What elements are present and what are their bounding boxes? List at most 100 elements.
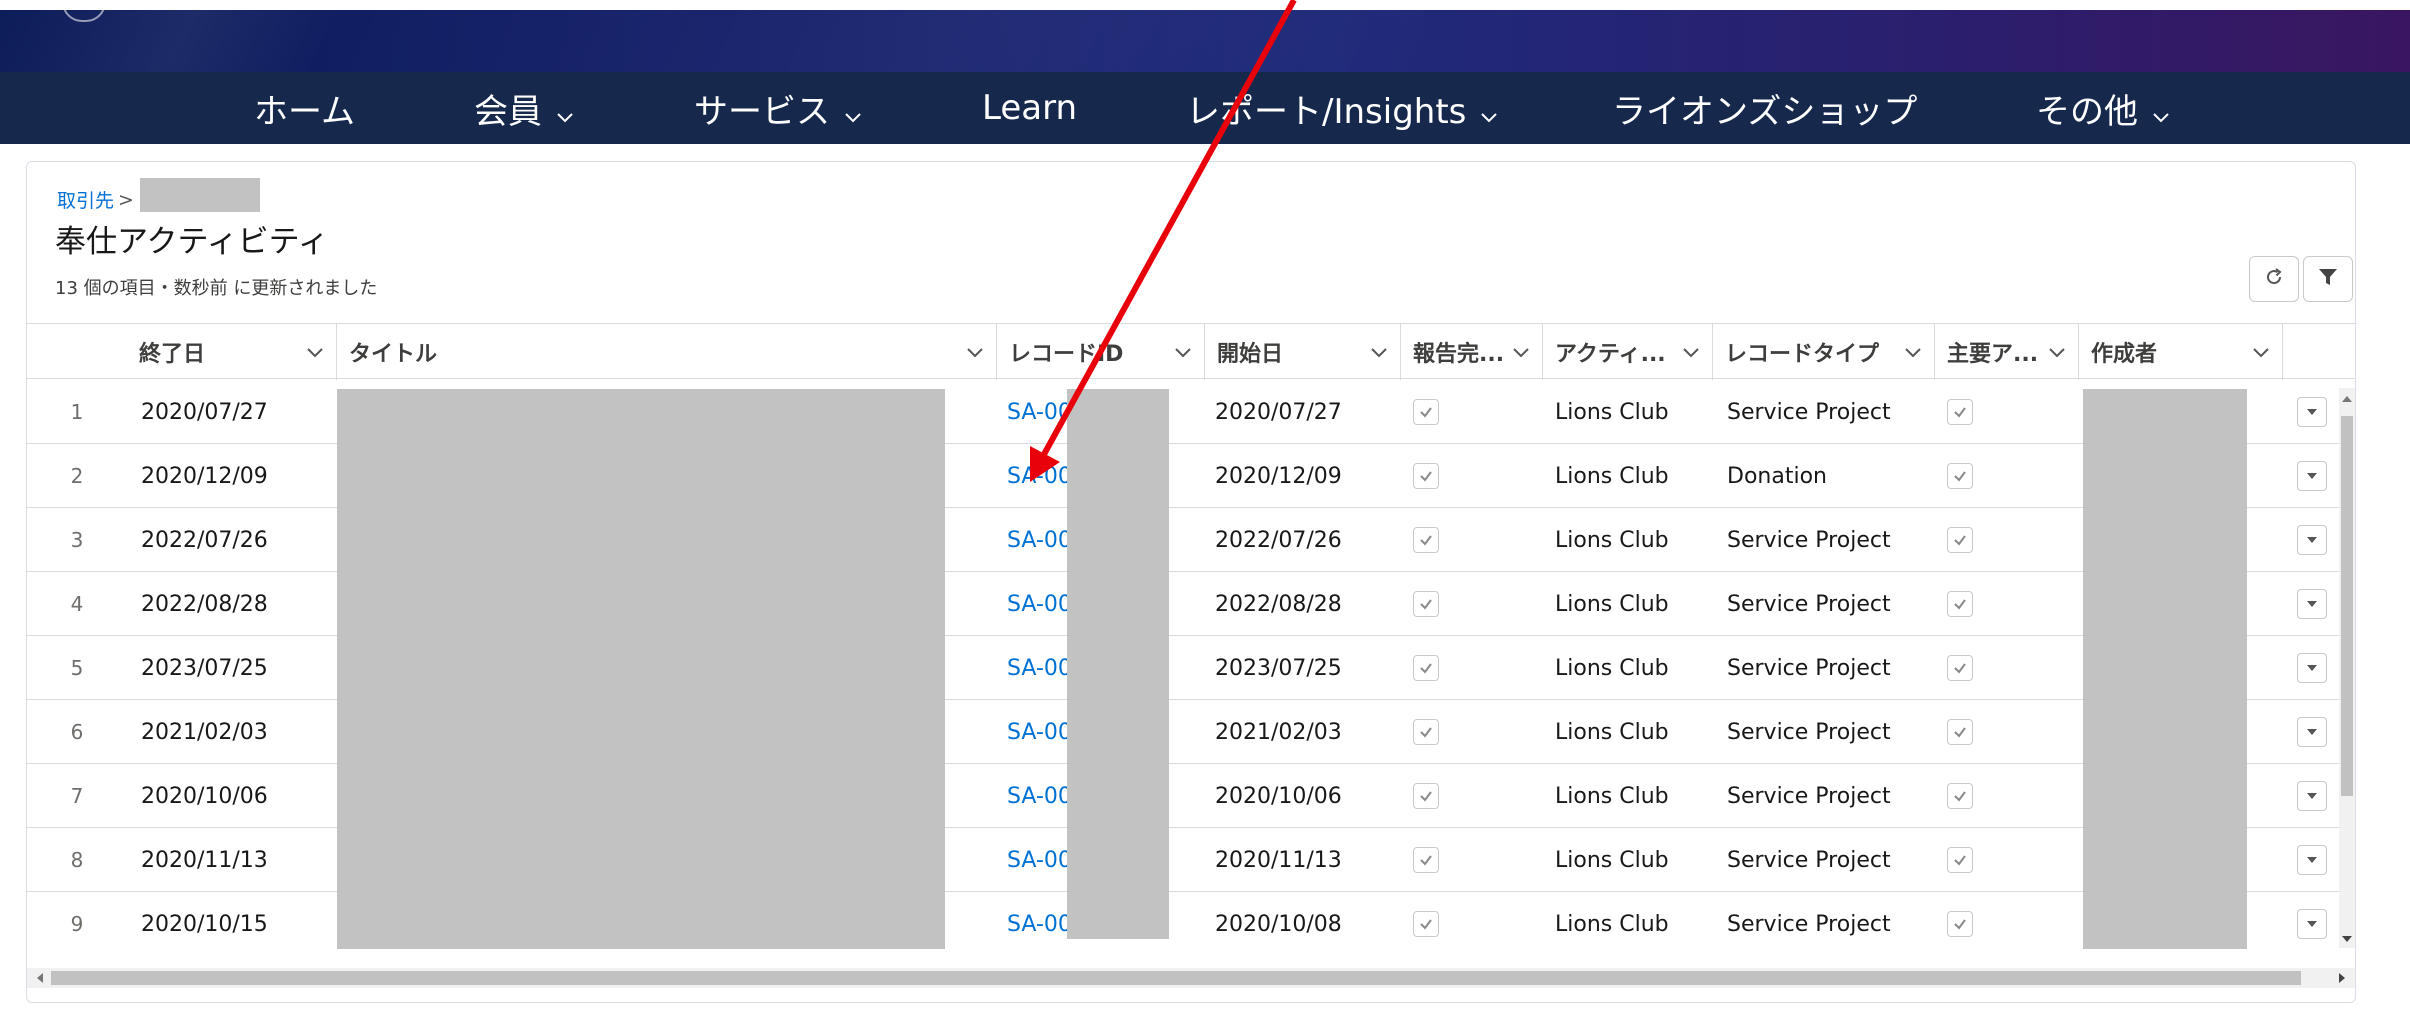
- nav-item-home[interactable]: ホーム: [254, 72, 355, 144]
- row-number: 1: [70, 400, 84, 424]
- column-header-row-number: [27, 324, 137, 380]
- chevron-down-icon[interactable]: [304, 341, 326, 363]
- primary-cell: [1947, 764, 2007, 828]
- start-date-cell: 2022/07/26: [1215, 527, 1342, 553]
- column-header-created-by[interactable]: 作成者: [2079, 324, 2283, 380]
- row-actions-cell: [2297, 380, 2337, 444]
- checkbox-checked-icon: [1413, 463, 1439, 489]
- chevron-down-icon[interactable]: [2250, 341, 2272, 363]
- activity-cell: Lions Club: [1555, 847, 1669, 873]
- activity-cell: Lions Club: [1555, 911, 1669, 937]
- column-header-report-complete[interactable]: 報告完...: [1401, 324, 1543, 380]
- start-date-cell: 2021/02/03: [1215, 719, 1342, 745]
- row-action-menu-button[interactable]: [2297, 845, 2327, 875]
- chevron-down-icon[interactable]: [1368, 341, 1390, 363]
- checkbox-checked-icon: [1947, 847, 1973, 873]
- vertical-scroll-thumb[interactable]: [2341, 416, 2353, 796]
- chevron-down-icon[interactable]: [1902, 341, 1924, 363]
- primary-cell: [1947, 636, 2007, 700]
- row-action-menu-button[interactable]: [2297, 717, 2327, 747]
- report-complete-cell: [1413, 828, 1473, 892]
- row-actions-cell: [2297, 892, 2337, 953]
- primary-cell: [1947, 828, 2007, 892]
- nav-item-reports[interactable]: レポート/Insights: [1186, 72, 1500, 144]
- caret-down-icon: [2305, 400, 2319, 425]
- row-action-menu-button[interactable]: [2297, 589, 2327, 619]
- checkbox-checked-icon: [1947, 783, 1973, 809]
- activity-cell: Lions Club: [1555, 463, 1669, 489]
- record-type-cell: Service Project: [1727, 655, 1891, 681]
- checkbox-checked-icon: [1413, 655, 1439, 681]
- scroll-left-icon[interactable]: [33, 971, 47, 985]
- column-header-title[interactable]: タイトル: [337, 324, 997, 380]
- column-header-end-date[interactable]: 終了日: [127, 324, 337, 380]
- end-date-cell: 2020/07/27: [141, 399, 268, 425]
- column-header-record-type[interactable]: レコードタイプ: [1713, 324, 1935, 380]
- banner-sheen: [0, 10, 2410, 72]
- breadcrumb-parent-link[interactable]: 取引先: [57, 186, 114, 213]
- nav-item-lions-shop[interactable]: ライオンズショップ: [1612, 72, 1917, 144]
- nav-item-more[interactable]: その他: [2036, 72, 2172, 144]
- refresh-button[interactable]: [2249, 256, 2299, 302]
- column-header-record-id[interactable]: レコードID: [997, 324, 1205, 380]
- vertical-scrollbar[interactable]: [2339, 388, 2355, 948]
- column-header-label: 報告完...: [1413, 342, 1505, 367]
- chevron-down-icon[interactable]: [1680, 341, 1702, 363]
- scroll-up-icon[interactable]: [2341, 392, 2353, 406]
- list-status-text: 13 個の項目・数秒前 に更新されました: [55, 278, 378, 299]
- end-date-cell: 2023/07/25: [141, 655, 268, 681]
- end-date-cell: 2020/10/15: [141, 911, 268, 937]
- column-header-label: 作成者: [2091, 342, 2158, 367]
- row-actions-cell: [2297, 508, 2337, 572]
- nav-item-label: レポート/Insights: [1186, 91, 1467, 132]
- start-date-cell: 2020/11/13: [1215, 847, 1342, 873]
- scroll-down-icon[interactable]: [2341, 932, 2353, 946]
- chevron-down-icon[interactable]: [964, 341, 986, 363]
- horizontal-scrollbar[interactable]: [27, 968, 2355, 988]
- row-action-menu-button[interactable]: [2297, 525, 2327, 555]
- column-header-start-date[interactable]: 開始日: [1205, 324, 1401, 380]
- nav-item-label: 会員: [474, 91, 542, 132]
- end-date-cell: 2022/07/26: [141, 527, 268, 553]
- filter-icon: [2317, 266, 2339, 292]
- chevron-down-icon[interactable]: [1172, 341, 1194, 363]
- main-nav: ホーム 会員 サービス Learn レポート/Insights ライオンズショッ…: [0, 72, 2410, 144]
- column-header-activity[interactable]: アクティ...: [1543, 324, 1713, 380]
- checkbox-checked-icon: [1947, 655, 1973, 681]
- caret-down-icon: [2305, 528, 2319, 553]
- row-action-menu-button[interactable]: [2297, 397, 2327, 427]
- record-type-cell: Service Project: [1727, 527, 1891, 553]
- caret-down-icon: [2305, 784, 2319, 809]
- primary-cell: [1947, 892, 2007, 953]
- checkbox-checked-icon: [1413, 399, 1439, 425]
- row-action-menu-button[interactable]: [2297, 653, 2327, 683]
- scroll-right-icon[interactable]: [2335, 971, 2349, 985]
- nav-item-members[interactable]: 会員: [474, 72, 576, 144]
- chevron-down-icon[interactable]: [1510, 341, 1532, 363]
- nav-item-label: サービス: [694, 91, 830, 132]
- record-type-cell: Service Project: [1727, 847, 1891, 873]
- activity-cell: Lions Club: [1555, 655, 1669, 681]
- row-action-menu-button[interactable]: [2297, 909, 2327, 939]
- row-action-menu-button[interactable]: [2297, 781, 2327, 811]
- checkbox-checked-icon: [1413, 783, 1439, 809]
- table-header: 終了日 タイトル レコードID 開始日 報告完... アクティ... レコードタ…: [27, 323, 2355, 380]
- column-header-label: タイトル: [349, 342, 438, 367]
- nav-item-services[interactable]: サービス: [694, 72, 864, 144]
- report-complete-cell: [1413, 508, 1473, 572]
- redacted-created-by-column: [2083, 389, 2247, 949]
- chevron-down-icon[interactable]: [2046, 341, 2068, 363]
- row-actions-cell: [2297, 828, 2337, 892]
- primary-cell: [1947, 572, 2007, 636]
- filter-button[interactable]: [2303, 256, 2353, 302]
- report-complete-cell: [1413, 444, 1473, 508]
- report-complete-cell: [1413, 636, 1473, 700]
- column-header-primary[interactable]: 主要ア...: [1935, 324, 2079, 380]
- horizontal-scroll-thumb[interactable]: [51, 971, 2301, 985]
- record-type-cell: Service Project: [1727, 399, 1891, 425]
- checkbox-checked-icon: [1413, 847, 1439, 873]
- row-action-menu-button[interactable]: [2297, 461, 2327, 491]
- nav-item-learn[interactable]: Learn: [982, 72, 1077, 144]
- start-date-cell: 2020/10/06: [1215, 783, 1342, 809]
- primary-cell: [1947, 380, 2007, 444]
